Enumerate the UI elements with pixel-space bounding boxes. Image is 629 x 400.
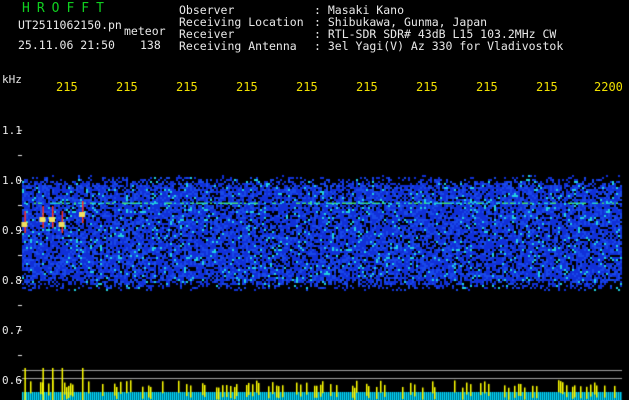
y-tick-label: 1.0	[2, 174, 22, 187]
info-value-antenna: : 3el Yagi(V) Az 330 for Vladivostok	[314, 39, 564, 53]
y-tick-label: 0.9	[2, 224, 22, 237]
app-logo: HROFFT	[22, 1, 111, 16]
x-tick-label: 215	[236, 80, 258, 94]
x-tick-label: 215	[56, 80, 78, 94]
x-tick-label: 215	[296, 80, 318, 94]
x-tick-label: 215	[536, 80, 558, 94]
y-axis-label: kHz	[2, 73, 22, 86]
info-label-antenna: Receiving Antenna	[179, 39, 297, 53]
echo-count: 138	[140, 38, 161, 52]
x-tick-label: 215	[356, 80, 378, 94]
meteor-tag: meteor	[124, 24, 166, 38]
y-tick-label: 0.6	[2, 374, 22, 387]
date-time: 25.11.06 21:50	[18, 38, 115, 52]
file-name: UT2511062150.pn	[18, 18, 122, 32]
y-tick-label: 0.7	[2, 324, 22, 337]
x-tick-label: 215	[116, 80, 138, 94]
x-tick-label: 2200	[594, 80, 623, 94]
x-tick-label: 215	[416, 80, 438, 94]
x-tick-label: 215	[476, 80, 498, 94]
y-tick-label: 1.1	[2, 124, 22, 137]
y-tick-label: 0.8	[2, 274, 22, 287]
spectrogram-plot	[0, 0, 629, 400]
x-tick-label: 215	[176, 80, 198, 94]
